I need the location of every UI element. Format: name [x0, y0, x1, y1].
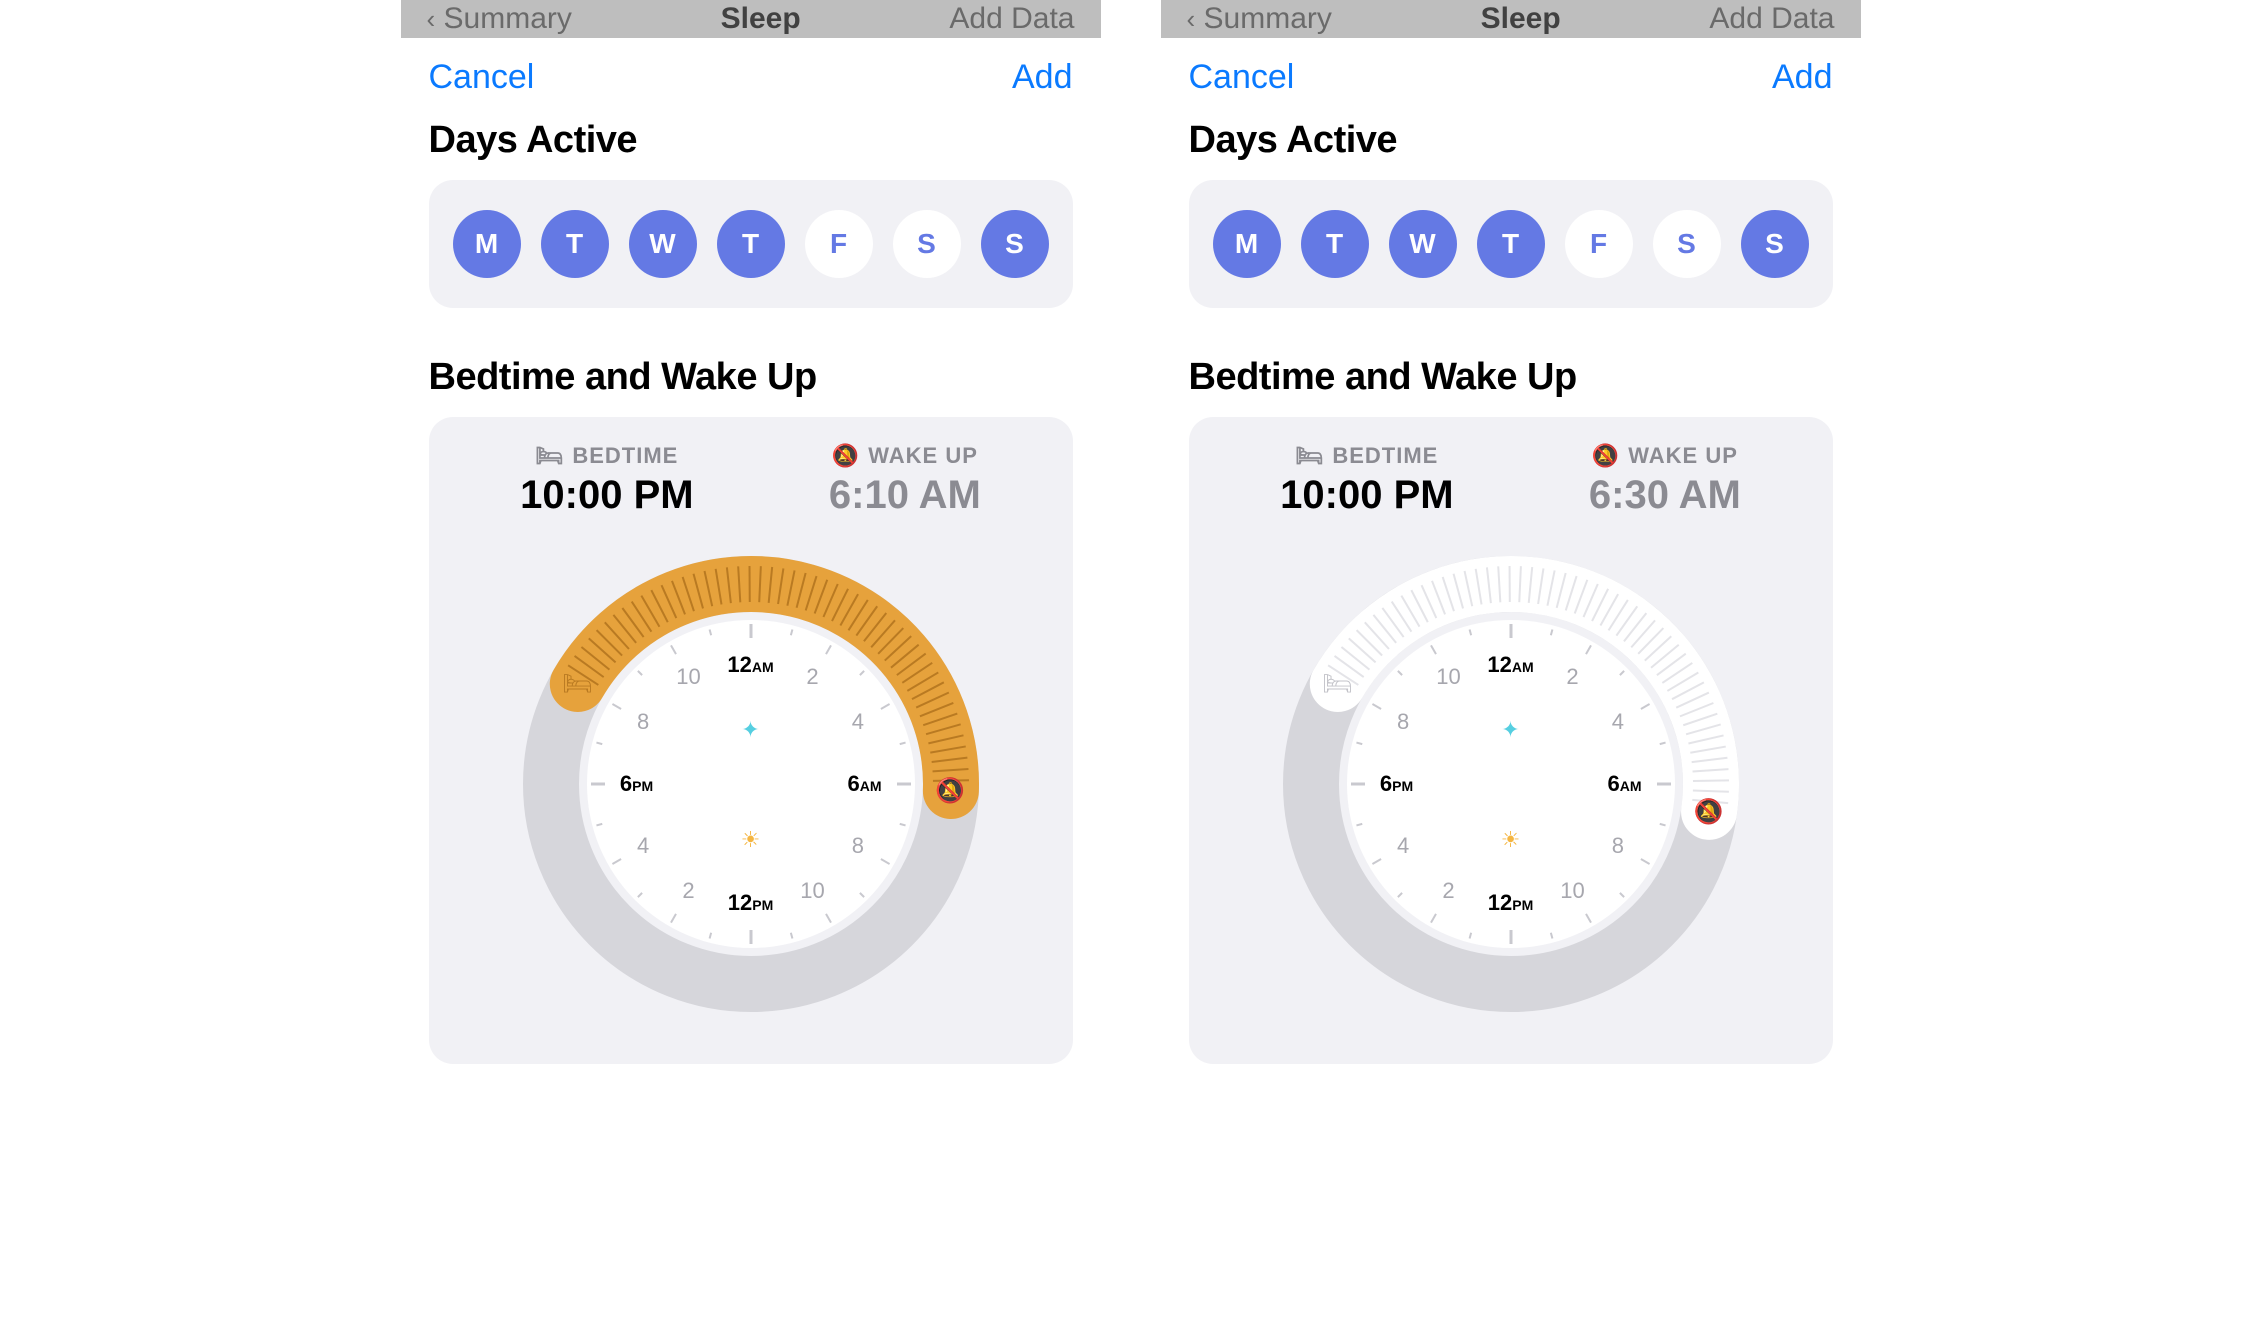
- sleep-dial[interactable]: 12AM 2 4 6AM 8 10 12PM 2 4 6PM 8 10 ✦ ☀ 🛏 🔕: [1271, 544, 1751, 1024]
- clock-hour-label: 6AM: [847, 771, 881, 797]
- day-toggle-3[interactable]: T: [717, 210, 785, 278]
- clock-hour-label: 10: [1560, 878, 1584, 904]
- wakeup-value: 6:30 AM: [1589, 473, 1741, 518]
- clock-hour-label: 10: [800, 878, 824, 904]
- stars-icon: ✦: [741, 717, 759, 743]
- day-toggle-1[interactable]: T: [1301, 210, 1369, 278]
- bed-icon[interactable]: 🛏: [562, 670, 592, 699]
- alarm-off-icon[interactable]: 🔕: [935, 776, 965, 805]
- back-label: ‹ Summary: [1187, 2, 1332, 36]
- bedtime-value: 10:00 PM: [520, 473, 693, 518]
- alarm-off-icon[interactable]: 🔕: [1694, 797, 1724, 826]
- section-days-heading: Days Active: [1189, 119, 1833, 162]
- day-toggle-3[interactable]: T: [1477, 210, 1545, 278]
- clock-hour-label: 4: [852, 709, 864, 735]
- sheet-nav: Cancel Add: [429, 58, 1073, 97]
- day-toggle-6[interactable]: S: [1741, 210, 1809, 278]
- parent-app-bar: ‹ Summary Sleep Add Data: [401, 0, 1101, 38]
- chevron-left-icon: ‹: [427, 4, 436, 34]
- app-bar-title: Sleep: [1481, 2, 1561, 36]
- days-card: MTWTFSS: [1189, 180, 1833, 308]
- clock-hour-label: 12PM: [1488, 890, 1533, 916]
- clock-hour-label: 12AM: [727, 652, 773, 678]
- parent-app-bar: ‹ Summary Sleep Add Data: [1161, 0, 1861, 38]
- day-toggle-0[interactable]: M: [1213, 210, 1281, 278]
- clock-hour-label: 2: [806, 664, 818, 690]
- bedtime-value: 10:00 PM: [1280, 473, 1453, 518]
- clock-hour-label: 4: [1397, 833, 1409, 859]
- bed-icon: 🛏: [535, 443, 564, 469]
- sleep-dial[interactable]: 12AM 2 4 6AM 8 10 12PM 2 4 6PM 8 10 ✦ ☀ 🛏 🔕: [511, 544, 991, 1024]
- chevron-left-icon: ‹: [1187, 4, 1196, 34]
- wakeup-col: 🔕 WAKE UP 6:10 AM: [829, 443, 981, 518]
- clock-hour-label: 2: [1566, 664, 1578, 690]
- app-bar-title: Sleep: [721, 2, 801, 36]
- sun-icon: ☀: [1501, 827, 1521, 853]
- add-schedule-sheet: Cancel Add Days Active MTWTFSS Bedtime a…: [401, 32, 1101, 1232]
- add-button[interactable]: Add: [1012, 58, 1073, 97]
- sheet-nav: Cancel Add: [1189, 58, 1833, 97]
- times-row: 🛏 BEDTIME 10:00 PM 🔕 WAKE UP 6:30 AM: [1213, 443, 1809, 518]
- clock-hour-label: 4: [637, 833, 649, 859]
- screen-left: ‹ Summary Sleep Add Data Cancel Add Days…: [401, 0, 1101, 1232]
- day-toggle-4[interactable]: F: [805, 210, 873, 278]
- day-toggle-5[interactable]: S: [893, 210, 961, 278]
- alarm-off-icon: 🔕: [832, 443, 860, 469]
- day-toggle-5[interactable]: S: [1653, 210, 1721, 278]
- clock-hour-label: 10: [676, 664, 700, 690]
- clock-hour-label: 8: [1397, 709, 1409, 735]
- bedtime-col: 🛏 BEDTIME 10:00 PM: [520, 443, 693, 518]
- clock-hour-label: 12PM: [728, 890, 773, 916]
- wakeup-col: 🔕 WAKE UP 6:30 AM: [1589, 443, 1741, 518]
- bedtime-label: 🛏 BEDTIME: [535, 443, 678, 469]
- clock-hour-label: 10: [1436, 664, 1460, 690]
- clock-hour-label: 8: [1612, 833, 1624, 859]
- cancel-button[interactable]: Cancel: [1189, 58, 1295, 97]
- app-bar-action: Add Data: [949, 2, 1074, 36]
- clock-hour-label: 4: [1612, 709, 1624, 735]
- app-bar-action: Add Data: [1709, 2, 1834, 36]
- bed-icon: 🛏: [1295, 443, 1324, 469]
- wakeup-value: 6:10 AM: [829, 473, 981, 518]
- day-toggle-6[interactable]: S: [981, 210, 1049, 278]
- clock-hour-label: 12AM: [1487, 652, 1533, 678]
- clock-card: 🛏 BEDTIME 10:00 PM 🔕 WAKE UP 6:10 AM 12A…: [429, 417, 1073, 1064]
- clock-hour-label: 6PM: [620, 771, 653, 797]
- clock-card: 🛏 BEDTIME 10:00 PM 🔕 WAKE UP 6:30 AM 12A…: [1189, 417, 1833, 1064]
- wakeup-label: 🔕 WAKE UP: [1592, 443, 1738, 469]
- day-selector: MTWTFSS: [453, 210, 1049, 278]
- times-row: 🛏 BEDTIME 10:00 PM 🔕 WAKE UP 6:10 AM: [453, 443, 1049, 518]
- clock-hour-label: 8: [637, 709, 649, 735]
- clock-hour-label: 6AM: [1607, 771, 1641, 797]
- day-toggle-2[interactable]: W: [629, 210, 697, 278]
- day-toggle-4[interactable]: F: [1565, 210, 1633, 278]
- section-days-heading: Days Active: [429, 119, 1073, 162]
- cancel-button[interactable]: Cancel: [429, 58, 535, 97]
- day-toggle-1[interactable]: T: [541, 210, 609, 278]
- clock-hour-label: 8: [852, 833, 864, 859]
- alarm-off-icon: 🔕: [1592, 443, 1620, 469]
- day-selector: MTWTFSS: [1213, 210, 1809, 278]
- bedtime-label: 🛏 BEDTIME: [1295, 443, 1438, 469]
- section-bedtime-heading: Bedtime and Wake Up: [429, 356, 1073, 399]
- bed-icon[interactable]: 🛏: [1322, 670, 1352, 699]
- screen-right: ‹ Summary Sleep Add Data Cancel Add Days…: [1161, 0, 1861, 1232]
- wakeup-label: 🔕 WAKE UP: [832, 443, 978, 469]
- clock-hour-label: 6PM: [1380, 771, 1413, 797]
- back-label: ‹ Summary: [427, 2, 572, 36]
- day-toggle-0[interactable]: M: [453, 210, 521, 278]
- days-card: MTWTFSS: [429, 180, 1073, 308]
- section-bedtime-heading: Bedtime and Wake Up: [1189, 356, 1833, 399]
- clock-hour-label: 2: [1442, 878, 1454, 904]
- day-toggle-2[interactable]: W: [1389, 210, 1457, 278]
- sun-icon: ☀: [741, 827, 761, 853]
- add-schedule-sheet: Cancel Add Days Active MTWTFSS Bedtime a…: [1161, 32, 1861, 1232]
- add-button[interactable]: Add: [1772, 58, 1833, 97]
- clock-hour-label: 2: [682, 878, 694, 904]
- stars-icon: ✦: [1501, 717, 1519, 743]
- bedtime-col: 🛏 BEDTIME 10:00 PM: [1280, 443, 1453, 518]
